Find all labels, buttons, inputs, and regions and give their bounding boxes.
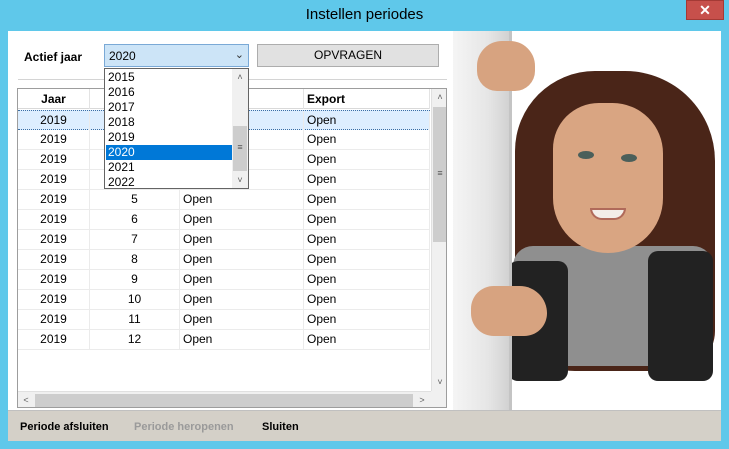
cell-period: 9: [90, 270, 180, 290]
cell-export: Open: [304, 130, 430, 150]
cell-year: 2019: [18, 130, 90, 150]
cell-status: Open: [180, 190, 304, 210]
chevron-left-icon[interactable]: <: [18, 392, 34, 407]
cell-year: 2019: [18, 270, 90, 290]
cell-export: Open: [304, 310, 430, 330]
table-row[interactable]: 2019 5 Open Open: [18, 190, 430, 210]
chevron-down-icon[interactable]: ˅: [232, 172, 248, 188]
chevron-right-icon[interactable]: >: [414, 392, 430, 407]
table-row[interactable]: 2019 6 Open Open: [18, 210, 430, 230]
table-row[interactable]: 2019 8 Open Open: [18, 250, 430, 270]
reopen-period-button[interactable]: Periode heropenen: [134, 421, 234, 433]
horizontal-scrollbar[interactable]: < >: [18, 391, 431, 407]
cell-period: 11: [90, 310, 180, 330]
dropdown-scrollbar[interactable]: ˄ ≡ ˅: [232, 69, 248, 188]
cell-period: 6: [90, 210, 180, 230]
grip-icon: ≡: [437, 168, 443, 178]
window-title: Instellen periodes: [305, 6, 424, 23]
dropdown-option[interactable]: 2017: [106, 100, 232, 115]
chevron-down-icon[interactable]: ˅: [432, 374, 446, 390]
cell-status: Open: [180, 330, 304, 350]
cell-status: Open: [180, 230, 304, 250]
scrollbar-corner: [431, 391, 446, 407]
active-year-label: Actief jaar: [24, 50, 83, 64]
cell-year: 2019: [18, 310, 90, 330]
cell-status: Open: [180, 310, 304, 330]
photo-hand-top: [477, 41, 535, 91]
window: Instellen periodes ✕ Actief jaar 2020 ⌄ …: [0, 0, 729, 449]
cell-year: 2019: [18, 111, 90, 131]
cell-year: 2019: [18, 230, 90, 250]
cell-period: 12: [90, 330, 180, 350]
cell-period: 5: [90, 190, 180, 210]
chevron-up-icon[interactable]: ˄: [432, 89, 446, 105]
dropdown-option[interactable]: 2018: [106, 115, 232, 130]
dropdown-option[interactable]: 2015: [106, 70, 232, 85]
vertical-scroll-thumb[interactable]: ≡: [433, 107, 446, 242]
dropdown-scroll-thumb[interactable]: ≡: [233, 126, 247, 171]
dropdown-option[interactable]: 2019: [106, 130, 232, 145]
table-row[interactable]: 2019 11 Open Open: [18, 310, 430, 330]
cell-status: Open: [180, 210, 304, 230]
photo-eye-right: [621, 154, 637, 162]
cell-period: 7: [90, 230, 180, 250]
close-window-button[interactable]: ✕: [686, 0, 724, 20]
action-bar: Periode afsluiten Periode heropenen Slui…: [8, 410, 721, 441]
active-year-select[interactable]: 2020 ⌄: [104, 44, 249, 67]
year-dropdown-list[interactable]: 2015 2016 2017 2018 2019 2020 2021 2022 ˄ ≡ ˅: [104, 68, 249, 189]
vertical-scrollbar[interactable]: ˄ ≡ ˅: [431, 89, 446, 391]
cell-export: Open: [304, 270, 430, 290]
cell-year: 2019: [18, 210, 90, 230]
photo-hand-bottom: [471, 286, 547, 336]
horizontal-scroll-thumb[interactable]: [35, 394, 413, 407]
table-row[interactable]: 2019 9 Open Open: [18, 270, 430, 290]
cell-export: Open: [304, 111, 430, 131]
cell-year: 2019: [18, 330, 90, 350]
cell-status: Open: [180, 270, 304, 290]
dropdown-option[interactable]: 2022: [106, 175, 232, 190]
client-area: Actief jaar 2020 ⌄ OPVRAGEN Jaar Export …: [8, 31, 721, 410]
cell-period: 10: [90, 290, 180, 310]
dropdown-option[interactable]: 2020: [106, 145, 232, 160]
table-row[interactable]: 2019 7 Open Open: [18, 230, 430, 250]
close-icon: ✕: [699, 2, 711, 18]
active-year-value: 2020: [109, 49, 136, 63]
cell-export: Open: [304, 250, 430, 270]
close-button[interactable]: Sluiten: [262, 421, 299, 433]
query-button[interactable]: OPVRAGEN: [257, 44, 439, 67]
cell-export: Open: [304, 230, 430, 250]
cell-export: Open: [304, 330, 430, 350]
table-row[interactable]: 2019 12 Open Open: [18, 330, 430, 350]
photo-face: [553, 103, 663, 253]
cell-export: Open: [304, 150, 430, 170]
cell-status: Open: [180, 250, 304, 270]
cell-export: Open: [304, 210, 430, 230]
cell-year: 2019: [18, 190, 90, 210]
close-period-button[interactable]: Periode afsluiten: [20, 421, 109, 433]
grip-icon: ≡: [237, 142, 243, 152]
dropdown-option[interactable]: 2021: [106, 160, 232, 175]
photo-eye-left: [578, 151, 594, 159]
column-header-year[interactable]: Jaar: [18, 89, 90, 109]
cell-year: 2019: [18, 250, 90, 270]
column-header-export[interactable]: Export: [304, 89, 430, 109]
cell-year: 2019: [18, 170, 90, 190]
dropdown-option[interactable]: 2016: [106, 85, 232, 100]
cell-export: Open: [304, 190, 430, 210]
cell-export: Open: [304, 170, 430, 190]
chevron-down-icon: ⌄: [234, 49, 244, 61]
table-row[interactable]: 2019 10 Open Open: [18, 290, 430, 310]
cell-period: 8: [90, 250, 180, 270]
title-bar: Instellen periodes ✕: [0, 0, 729, 31]
chevron-up-icon[interactable]: ˄: [232, 69, 248, 85]
cell-status: Open: [180, 290, 304, 310]
decorative-photo: [453, 31, 721, 410]
cell-year: 2019: [18, 290, 90, 310]
photo-jacket-right: [648, 251, 713, 381]
cell-year: 2019: [18, 150, 90, 170]
cell-export: Open: [304, 290, 430, 310]
